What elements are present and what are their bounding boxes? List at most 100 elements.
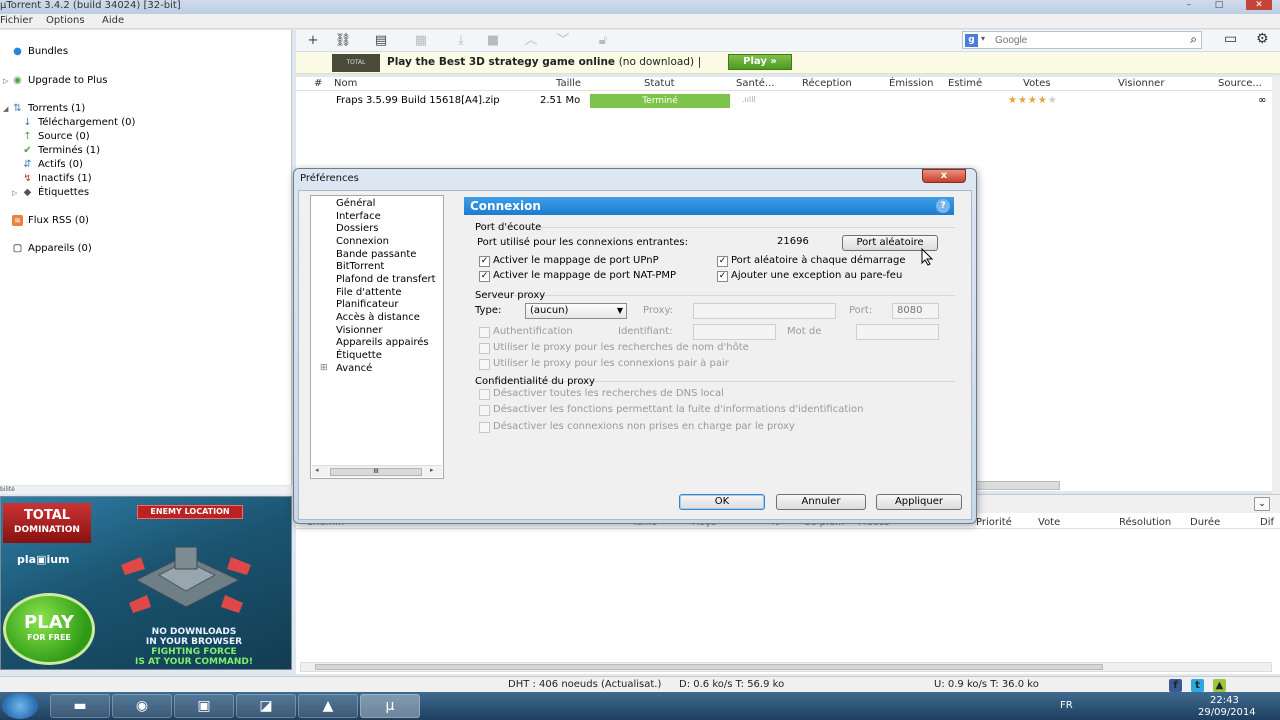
upnp-checkbox[interactable]: ✓ bbox=[479, 256, 490, 267]
col-visionner[interactable]: Visionner bbox=[1118, 78, 1164, 89]
tree-arrow-expanded-icon[interactable]: ◢ bbox=[3, 105, 8, 113]
rating-stars[interactable]: ★★★★★ bbox=[1008, 95, 1058, 106]
start-icon[interactable]: ⤓ bbox=[452, 33, 470, 49]
table-row[interactable]: Fraps 3.5.99 Build 15618[A4].zip 2.51 Mo… bbox=[296, 93, 1276, 109]
android-icon[interactable]: ▲ bbox=[1213, 679, 1226, 692]
utorrent-taskbar-icon[interactable]: µ bbox=[360, 694, 420, 718]
scroll-right-icon[interactable]: ▸ bbox=[430, 466, 434, 474]
sidebar-item-telechargement[interactable]: ↓ Téléchargement (0) bbox=[22, 115, 135, 129]
col-priorite[interactable]: Priorité bbox=[976, 517, 1012, 528]
port-input[interactable]: 21696 bbox=[773, 235, 835, 251]
maximize-button[interactable]: □ bbox=[1210, 0, 1228, 10]
menu-fichier[interactable]: Fichier bbox=[0, 15, 33, 26]
apply-button[interactable]: Appliquer bbox=[876, 494, 962, 510]
sidebar-item-actifs[interactable]: ⇵ Actifs (0) bbox=[22, 157, 83, 171]
username-input[interactable] bbox=[693, 324, 776, 340]
col-index[interactable]: # bbox=[314, 78, 322, 89]
clock-time[interactable]: 22:43 bbox=[1210, 695, 1239, 706]
col-status[interactable]: Statut bbox=[644, 78, 675, 89]
sidebar-item-appareils[interactable]: ▢ Appareils (0) bbox=[12, 241, 92, 255]
col-vote[interactable]: Vote bbox=[1038, 517, 1060, 528]
tree-item-appareils[interactable]: Appareils appairés bbox=[336, 337, 429, 348]
tree-scrollbar[interactable]: ◂ III ▸ bbox=[312, 465, 442, 477]
list-hscroll-thumb[interactable] bbox=[970, 481, 1060, 490]
search-input[interactable] bbox=[995, 33, 1175, 47]
language-indicator[interactable]: FR bbox=[1060, 700, 1073, 711]
sidebar-item-etiquettes[interactable]: ◆ Étiquettes bbox=[22, 185, 89, 199]
tree-item-plafond[interactable]: Plafond de transfert bbox=[336, 274, 436, 285]
sidebar-item-termines[interactable]: ✔ Terminés (1) bbox=[22, 143, 100, 157]
remove-icon[interactable]: ▦ bbox=[412, 33, 430, 49]
unsupported-checkbox[interactable] bbox=[479, 422, 490, 433]
settings-gear-icon[interactable]: ⚙ bbox=[1256, 31, 1269, 47]
app-icon[interactable]: ▣ bbox=[174, 694, 234, 718]
menu-aide[interactable]: Aide bbox=[102, 15, 124, 26]
stop-icon[interactable]: ■ bbox=[484, 33, 502, 49]
ad-play-button[interactable]: PLAY FOR FREE bbox=[3, 593, 95, 665]
banner-play-button[interactable]: Play » bbox=[728, 54, 792, 70]
proxy-p2p-checkbox[interactable] bbox=[479, 359, 490, 370]
col-size[interactable]: Taille bbox=[556, 78, 581, 89]
search-icon[interactable]: ⌕ bbox=[1190, 32, 1197, 47]
explorer-icon[interactable]: ▬ bbox=[50, 694, 110, 718]
google-icon[interactable]: g bbox=[965, 34, 978, 47]
move-up-icon[interactable]: ︿ bbox=[522, 33, 540, 49]
col-resolution[interactable]: Résolution bbox=[1119, 517, 1171, 528]
move-down-icon[interactable]: ﹀ bbox=[554, 33, 572, 49]
col-votes[interactable]: Votes bbox=[1023, 78, 1050, 89]
add-link-icon[interactable]: ⛓ bbox=[334, 33, 352, 49]
advertisement[interactable]: TOTAL DOMINATION pla▣ium ENEMY LOCATION … bbox=[0, 496, 292, 670]
menu-options[interactable]: Options bbox=[46, 15, 85, 26]
firewall-checkbox[interactable]: ✓ bbox=[717, 271, 728, 282]
search-box[interactable]: g ▾ ⌕ bbox=[962, 31, 1202, 49]
scroll-thumb[interactable] bbox=[315, 664, 1103, 670]
tree-item-interface[interactable]: Interface bbox=[336, 211, 381, 222]
sidebar-item-bundles[interactable]: ● Bundles bbox=[12, 44, 68, 58]
proxy-host-input[interactable] bbox=[693, 303, 836, 319]
ok-button[interactable]: OK bbox=[679, 494, 765, 510]
tree-item-bande-passante[interactable]: Bande passante bbox=[336, 249, 416, 260]
dialog-close-button[interactable]: x bbox=[922, 169, 966, 183]
remote-icon[interactable]: ▭ bbox=[1224, 31, 1237, 47]
tree-item-dossiers[interactable]: Dossiers bbox=[336, 223, 379, 234]
chevron-down-icon[interactable]: ▾ bbox=[981, 34, 985, 43]
sidebar-item-rss[interactable]: ≋ Flux RSS (0) bbox=[12, 213, 89, 227]
tree-item-connexion[interactable]: Connexion bbox=[336, 236, 389, 247]
tree-item-visionner[interactable]: Visionner bbox=[336, 325, 382, 336]
random-start-checkbox[interactable]: ✓ bbox=[717, 256, 728, 267]
col-health[interactable]: Santé... bbox=[736, 78, 774, 89]
tree-arrow-icon[interactable]: ▷ bbox=[3, 77, 8, 85]
tree-item-acces-distance[interactable]: Accès à distance bbox=[336, 312, 420, 323]
tree-item-planificateur[interactable]: Planificateur bbox=[336, 299, 399, 310]
proxy-type-select[interactable]: (aucun) ▼ bbox=[525, 303, 627, 319]
clock-date[interactable]: 29/09/2014 bbox=[1198, 707, 1256, 718]
col-name[interactable]: Nom bbox=[334, 78, 357, 89]
create-torrent-icon[interactable]: ▤ bbox=[372, 33, 390, 49]
col-duree[interactable]: Durée bbox=[1190, 517, 1220, 528]
col-estime[interactable]: Estimé bbox=[948, 78, 982, 89]
help-icon[interactable]: ? bbox=[936, 199, 950, 213]
proxy-port-input[interactable]: 8080 bbox=[892, 303, 939, 319]
scroll-left-icon[interactable]: ◂ bbox=[315, 466, 319, 474]
add-torrent-icon[interactable]: + bbox=[304, 33, 322, 49]
close-button[interactable]: ✕ bbox=[1246, 0, 1272, 10]
auth-checkbox[interactable] bbox=[479, 327, 490, 338]
details-scrollbar[interactable] bbox=[300, 662, 1272, 672]
twitter-icon[interactable]: t bbox=[1191, 679, 1204, 692]
tree-item-etiquette[interactable]: Étiquette bbox=[336, 350, 382, 361]
collapse-panel-button[interactable]: ⌄ bbox=[1254, 497, 1270, 511]
tree-item-general[interactable]: Général bbox=[336, 198, 375, 209]
expand-plus-icon[interactable]: ⊞ bbox=[320, 363, 328, 373]
chrome-icon[interactable]: ◉ bbox=[112, 694, 172, 718]
tree-item-bittorrent[interactable]: BitTorrent bbox=[336, 261, 384, 272]
col-dif[interactable]: Dif bbox=[1260, 517, 1274, 528]
promo-banner[interactable]: TOTAL Play the Best 3D strategy game onl… bbox=[296, 52, 1280, 74]
minimize-button[interactable]: – bbox=[1180, 0, 1198, 10]
sidebar-item-torrents[interactable]: ⇅ Torrents (1) bbox=[12, 101, 85, 115]
app-icon[interactable]: ◪ bbox=[236, 694, 296, 718]
unlock-icon[interactable]: 🔓︎ bbox=[594, 33, 612, 49]
leak-checkbox[interactable] bbox=[479, 405, 490, 416]
start-button[interactable] bbox=[2, 693, 38, 719]
list-scrollbar[interactable] bbox=[1272, 76, 1280, 494]
sidebar-item-upgrade[interactable]: ◉ Upgrade to Plus bbox=[12, 73, 107, 87]
